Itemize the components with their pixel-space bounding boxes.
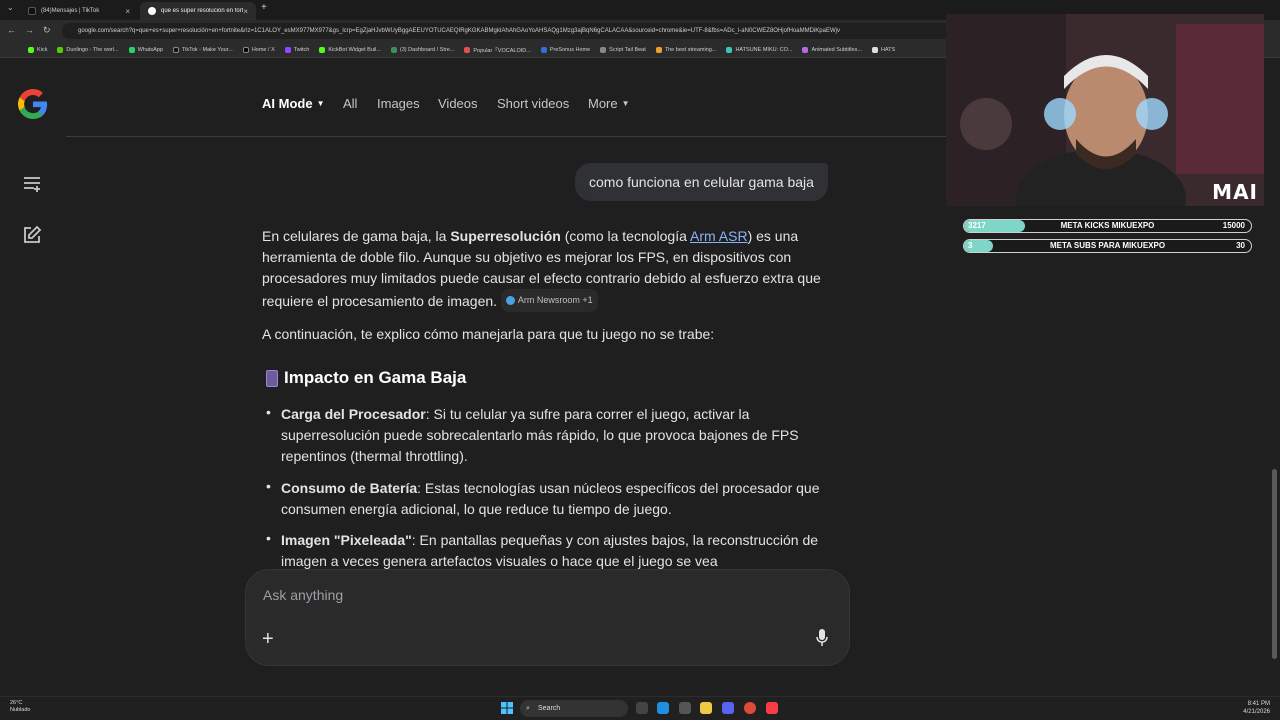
bullet-dot: • [266, 404, 271, 420]
list-item: Carga del Procesador: Si tu celular ya s… [281, 406, 799, 464]
search-tabs: AI Mode ▼ All Images Videos Short videos … [66, 59, 946, 137]
answer-followup: A continuación, te explico cómo manejarl… [262, 326, 715, 342]
forward-icon[interactable]: → [25, 25, 34, 35]
tab-label: que es super resolución en fort [161, 8, 243, 14]
goal-bar-kicks: 3217 META KICKS MIKUEXPO 15000 [963, 219, 1252, 233]
bookmark-item[interactable]: Animated Subtitles... [802, 46, 862, 53]
goal-target: 30 [1236, 241, 1245, 250]
tab-all[interactable]: All [343, 96, 357, 111]
bookmark-item[interactable]: Home / X [242, 46, 275, 53]
address-bar[interactable]: google.com/search?q=que+es+super+resoluc… [62, 23, 962, 39]
weather-widget[interactable]: 26°C Nublado [10, 700, 31, 714]
bold-term: Superresolución [450, 228, 561, 244]
bullet-dot: • [266, 530, 271, 546]
bookmark-item[interactable]: Kick [28, 46, 47, 53]
answer-intro: En celulares de gama baja, la Superresol… [262, 226, 822, 312]
goal-title: META SUBS PARA MIKUEXPO [1049, 241, 1166, 250]
task-view-icon[interactable] [636, 702, 648, 714]
close-tab-icon[interactable]: × [125, 7, 130, 16]
taskbar-search[interactable]: ⌕ Search [520, 700, 628, 717]
list-item: Imagen "Pixeleada": En pantallas pequeña… [281, 532, 819, 569]
globe-icon [505, 296, 515, 305]
arm-asr-link[interactable]: Arm ASR [690, 228, 748, 244]
search-label: Search [538, 705, 561, 712]
history-list-icon[interactable] [22, 174, 42, 194]
bookmark-item[interactable]: Script Tail Beat [600, 46, 646, 53]
list-item: Consumo de Batería: Estas tecnologías us… [281, 480, 820, 517]
google-logo-icon[interactable] [18, 89, 48, 119]
goal-target: 15000 [1222, 221, 1245, 230]
webcam-overlay: MAI [946, 14, 1264, 206]
tab-videos[interactable]: Videos [438, 96, 478, 111]
left-rail [0, 59, 66, 696]
search-icon: ⌕ [526, 705, 530, 712]
bookmark-item[interactable]: TikTok - Make Your... [172, 46, 233, 53]
page-scrollbar[interactable] [1272, 469, 1277, 659]
browser-tab-tiktok[interactable]: (84)Mensajes | TikTok × [20, 2, 138, 20]
add-attachment-plus-icon[interactable]: + [262, 628, 274, 651]
discord-icon[interactable] [722, 702, 734, 714]
tab-short-videos[interactable]: Short videos [497, 96, 569, 111]
bookmark-item[interactable]: HATSUNE MIKU: CO... [726, 46, 792, 53]
tiktok-icon [28, 7, 36, 15]
streamer-camera-image [946, 14, 1264, 206]
close-tab-icon[interactable]: × [243, 7, 248, 16]
streamer-tag: MAI [1212, 180, 1258, 204]
new-tab-button[interactable]: + [261, 2, 267, 13]
windows-taskbar: 26°C Nublado ⌕ Search 8:41 PM 4/21/2026 [0, 696, 1280, 720]
edge-icon[interactable] [657, 702, 669, 714]
browser-tab-google[interactable]: que es super resolución en fort × [140, 2, 256, 20]
chevron-down-icon: ▼ [621, 99, 630, 108]
google-icon [148, 7, 156, 15]
bookmark-item[interactable]: WhatsApp [128, 46, 163, 53]
section-heading: Impacto en Gama Baja [266, 368, 466, 388]
music-app-icon[interactable] [766, 702, 778, 714]
bookmark-item[interactable]: HATS [871, 46, 895, 53]
ask-box: + [245, 569, 850, 666]
file-explorer-icon[interactable] [700, 702, 712, 714]
goal-title: META KICKS MIKUEXPO [1060, 221, 1155, 230]
user-query-bubble: como funciona en celular gama baja [575, 163, 828, 201]
reload-icon[interactable]: ↻ [43, 25, 51, 36]
tab-search-icon[interactable]: ⌄ [7, 3, 14, 12]
bookmark-item[interactable]: (3) Dashboard / Stre... [390, 46, 454, 53]
new-chat-edit-icon[interactable] [22, 225, 42, 245]
bookmark-item[interactable]: KickBot Widget Buil... [319, 46, 381, 53]
settings-icon[interactable] [679, 702, 691, 714]
mobile-phone-icon [266, 369, 278, 387]
back-icon[interactable]: ← [7, 25, 16, 35]
clock-date: 4/21/2026 [1243, 709, 1270, 715]
chrome-icon[interactable] [744, 702, 756, 714]
bookmark-item[interactable]: The best streaming... [655, 46, 716, 53]
microphone-icon[interactable] [815, 628, 829, 648]
bookmark-item[interactable]: Popular「VOCALOID... [464, 46, 531, 54]
weather-desc: Nublado [10, 707, 31, 713]
ask-input[interactable] [263, 587, 763, 603]
bookmark-item[interactable]: Twitch [284, 46, 309, 53]
goal-bar-subs: 3 META SUBS PARA MIKUEXPO 30 [963, 239, 1252, 253]
tab-label: (84)Mensajes | TikTok [41, 8, 100, 14]
source-chip[interactable]: Arm Newsroom +1 [500, 289, 598, 312]
tab-more[interactable]: More ▼ [588, 96, 630, 111]
windows-start-icon[interactable] [501, 702, 513, 714]
clock-time: 8:41 PM [1247, 701, 1270, 707]
tab-images[interactable]: Images [377, 96, 420, 111]
bookmark-item[interactable]: PreSonus Home [540, 46, 590, 53]
tab-ai-mode[interactable]: AI Mode ▼ [262, 96, 324, 111]
chevron-down-icon: ▼ [316, 99, 325, 108]
system-clock[interactable]: 8:41 PM 4/21/2026 [1243, 700, 1270, 716]
bullet-dot: • [266, 478, 271, 494]
bookmark-item[interactable]: Duolingo - The worl... [57, 46, 119, 53]
weather-temp: 26°C [10, 700, 23, 706]
